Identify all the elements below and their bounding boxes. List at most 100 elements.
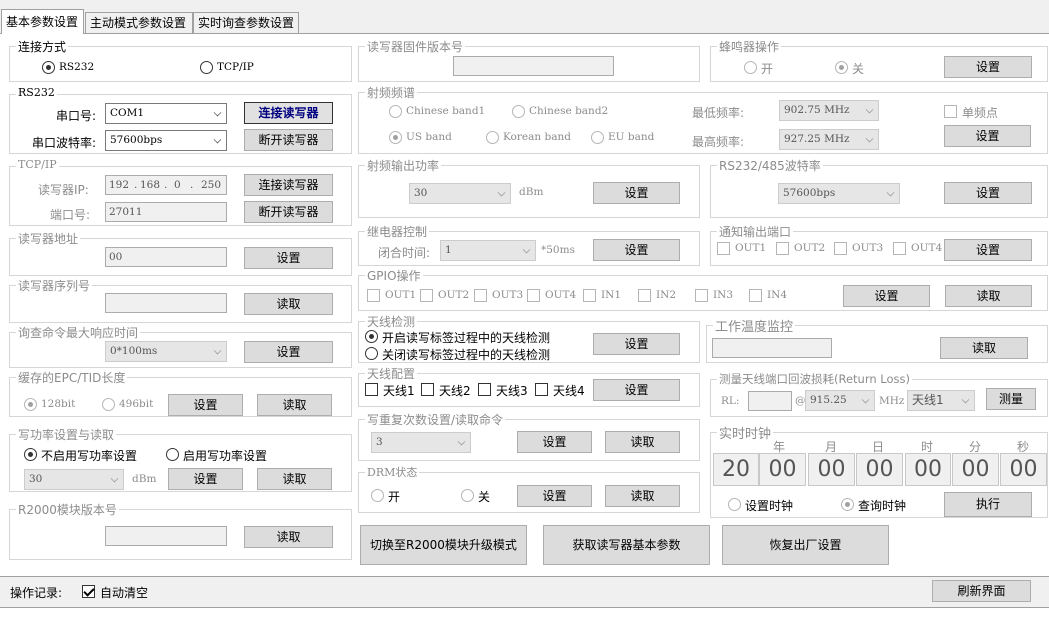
- set-antenna-config-button[interactable]: 设置: [593, 379, 680, 401]
- disconnect-reader-button[interactable]: 断开读写器: [244, 129, 333, 151]
- rs232-group: RS232 串口号: COM1 串口波特率: 57600bps 连接读写器 断开…: [9, 86, 352, 154]
- group-title: 写重复次数设置/读取命令: [365, 411, 506, 428]
- refresh-ui-button[interactable]: 刷新界面: [932, 580, 1031, 602]
- inquiry-time-select[interactable]: 0*100ms: [105, 341, 227, 362]
- basic-params-panel: 连接方式 RS232 TCP/IP RS232 串口号: COM1 串口波特率:…: [0, 34, 1049, 576]
- com-port-select[interactable]: COM1: [105, 103, 227, 124]
- rs485-baud-select[interactable]: 57600bps: [778, 183, 900, 204]
- read-write-power-button[interactable]: 读取: [257, 468, 332, 490]
- write-repeat-group: 写重复次数设置/读取命令 3 设置 读取: [358, 411, 700, 461]
- set-inquiry-time-button[interactable]: 设置: [244, 341, 333, 363]
- r2000-version-input[interactable]: [105, 526, 227, 546]
- set-epc-length-button[interactable]: 设置: [168, 394, 243, 416]
- set-relay-button[interactable]: 设置: [593, 239, 680, 261]
- set-antenna-check-button[interactable]: 设置: [593, 333, 680, 355]
- ip-label: 读写器IP:: [38, 183, 89, 197]
- temperature-input[interactable]: [712, 338, 832, 358]
- close-time-unit: *50ms: [541, 244, 575, 256]
- group-title: 读写器序列号: [16, 277, 93, 294]
- min-freq-label: 最低频率:: [692, 106, 745, 120]
- epc-length-group: 缓存的EPC/TID长度 128bit 496bit 设置 读取: [9, 369, 352, 417]
- set-notify-output-button[interactable]: 设置: [944, 239, 1032, 261]
- execute-clock-button[interactable]: 执行: [944, 492, 1032, 517]
- group-title: DRM状态: [365, 464, 420, 480]
- realtime-clock-group: 实时时钟 年 月 日 时 分 秒 20 00 00 00 00 00 00 设置…: [710, 423, 1048, 518]
- buzzer-group: 蜂鸣器操作 开 关 设置: [710, 38, 1048, 82]
- drm-state-group: DRM状态 开 关 设置 读取: [358, 464, 700, 513]
- return-loss-group: 测量天线端口回波损耗(Return Loss) RL: @ 915.25 MHz…: [710, 371, 1048, 417]
- clock-day-input[interactable]: 00: [856, 453, 903, 486]
- r2000-upgrade-mode-button[interactable]: 切换至R2000模块升级模式: [360, 525, 527, 565]
- get-basic-params-button[interactable]: 获取读写器基本参数: [543, 525, 710, 565]
- tab-basic-params[interactable]: 基本参数设置: [1, 9, 84, 34]
- read-drm-button[interactable]: 读取: [605, 485, 680, 507]
- operation-log-bar: 操作记录: 自动清空 刷新界面: [0, 576, 1049, 607]
- notify-output-group: 通知输出端口 OUT1 OUT2 OUT3 OUT4 设置: [710, 223, 1048, 266]
- measure-return-loss-button[interactable]: 测量: [986, 388, 1036, 410]
- group-title: 写功率设置与读取: [16, 426, 117, 443]
- rl-value-input[interactable]: [748, 391, 792, 411]
- set-address-button[interactable]: 设置: [244, 247, 333, 269]
- rf-power-select[interactable]: 30: [409, 183, 511, 204]
- set-buzzer-button[interactable]: 设置: [944, 56, 1032, 78]
- rl-antenna-select[interactable]: 天线1: [907, 390, 975, 411]
- port-label: 串口号:: [56, 109, 97, 123]
- serial-number-input[interactable]: [105, 293, 227, 313]
- set-write-power-button[interactable]: 设置: [168, 468, 243, 490]
- tcp-connect-button[interactable]: 连接读写器: [244, 174, 333, 196]
- inquiry-time-group: 询查命令最大响应时间 0*100ms 设置: [9, 324, 352, 368]
- read-epc-length-button[interactable]: 读取: [257, 394, 332, 416]
- close-time-select[interactable]: 1: [440, 240, 536, 261]
- reader-address-input[interactable]: 00: [105, 247, 227, 267]
- tcp-disconnect-button[interactable]: 断开读写器: [244, 201, 333, 223]
- baud-label: 串口波特率:: [32, 136, 97, 150]
- reader-address-group: 读写器地址 00 设置: [9, 230, 352, 276]
- factory-reset-button[interactable]: 恢复出厂设置: [722, 525, 889, 565]
- gpio-group: GPIO操作 OUT1 OUT2 OUT3 OUT4 IN1 IN2 IN3 I…: [358, 267, 1048, 311]
- read-temperature-button[interactable]: 读取: [940, 337, 1028, 359]
- baud-rate-select[interactable]: 57600bps: [105, 130, 227, 151]
- close-time-label: 闭合时间:: [378, 246, 431, 260]
- read-write-repeat-button[interactable]: 读取: [605, 431, 680, 453]
- tab-realtime-inquiry-params[interactable]: 实时询查参数设置: [193, 12, 299, 34]
- group-title: RS232/485波特率: [717, 157, 823, 174]
- tab-active-mode-params[interactable]: 主动模式参数设置: [85, 12, 193, 34]
- clock-minute-input[interactable]: 00: [952, 453, 999, 486]
- tab-bar: 基本参数设置 主动模式参数设置 实时询查参数设置: [0, 0, 1049, 34]
- rf-power-group: 射频输出功率 30 dBm 设置: [358, 157, 700, 218]
- group-title: 读写器地址: [16, 230, 81, 247]
- read-serial-button[interactable]: 读取: [244, 293, 333, 315]
- write-power-group: 写功率设置与读取 不启用写功率设置 启用写功率设置 30 dBm 设置 读取: [9, 426, 352, 492]
- clock-hour-input[interactable]: 00: [905, 453, 951, 486]
- clock-second-input[interactable]: 00: [1000, 453, 1047, 486]
- read-r2000-version-button[interactable]: 读取: [244, 526, 333, 548]
- connect-reader-button[interactable]: 连接读写器: [244, 102, 333, 124]
- group-title: 射频频谱: [365, 84, 418, 101]
- max-freq-select[interactable]: 927.25 MHz: [779, 129, 879, 150]
- set-gpio-button[interactable]: 设置: [843, 285, 930, 307]
- set-rf-power-button[interactable]: 设置: [593, 182, 680, 204]
- group-title: GPIO操作: [365, 267, 423, 284]
- set-rf-band-button[interactable]: 设置: [944, 125, 1031, 147]
- clock-year-input[interactable]: 00: [759, 453, 806, 486]
- operation-log-label: 操作记录:: [10, 586, 63, 600]
- tcpip-group: TCP/IP 读写器IP: 192. 168. 0. 250 端口号: 2701…: [9, 158, 352, 226]
- tcp-port-input[interactable]: 27011: [105, 202, 227, 222]
- write-power-select[interactable]: 30: [24, 469, 124, 490]
- read-gpio-button[interactable]: 读取: [945, 285, 1032, 307]
- set-drm-button[interactable]: 设置: [517, 485, 592, 507]
- group-title: 通知输出端口: [717, 223, 794, 240]
- firmware-version-input[interactable]: [453, 56, 614, 76]
- min-freq-select[interactable]: 902.75 MHz: [779, 100, 879, 121]
- group-title: RS232: [16, 86, 57, 99]
- group-title: 射频输出功率: [365, 157, 442, 174]
- reader-ip-input[interactable]: 192. 168. 0. 250: [105, 175, 227, 195]
- clock-month-input[interactable]: 00: [808, 453, 855, 486]
- write-repeat-select[interactable]: 3: [371, 432, 471, 453]
- set-write-repeat-button[interactable]: 设置: [517, 431, 592, 453]
- set-rs485-baud-button[interactable]: 设置: [944, 182, 1032, 204]
- tcp-port-label: 端口号:: [50, 208, 91, 222]
- connection-mode-group: 连接方式 RS232 TCP/IP: [9, 38, 352, 82]
- group-title: 实时时钟: [717, 423, 774, 442]
- rl-freq-select[interactable]: 915.25: [805, 390, 875, 411]
